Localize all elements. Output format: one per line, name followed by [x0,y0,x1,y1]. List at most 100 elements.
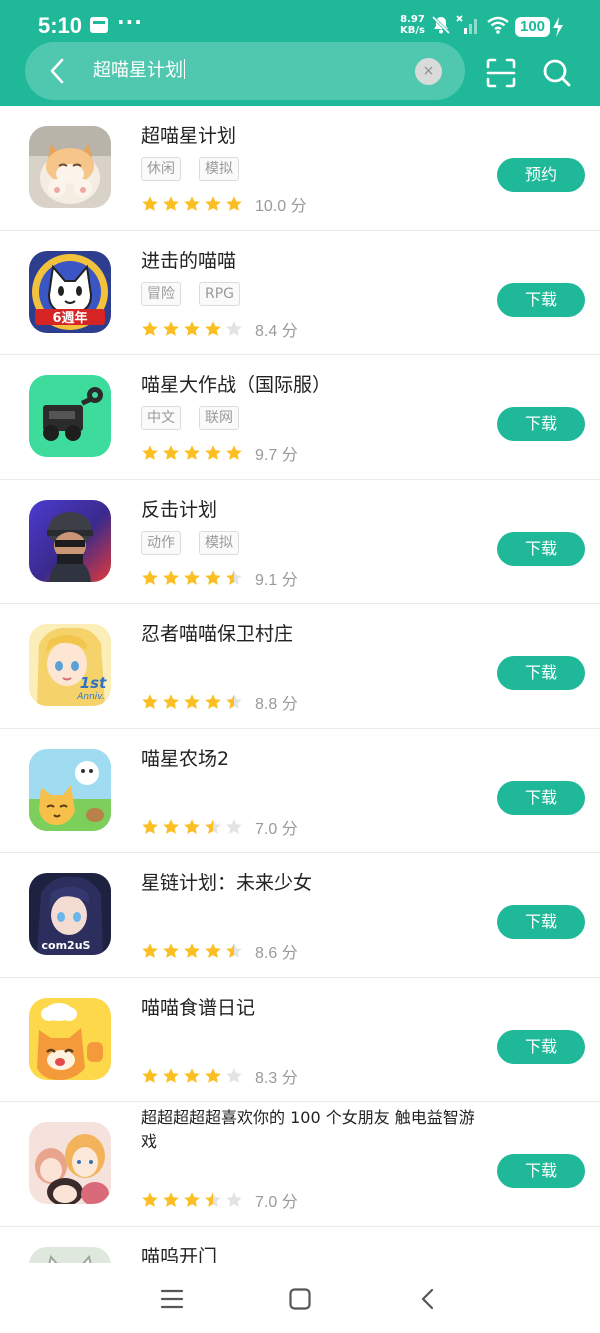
top-bar: 5:10 ··· 8.97 KB/s 100 超喵星计划 × [0,0,600,106]
app-name[interactable]: 喵喵食谱日记 [141,995,481,1021]
star-icon [184,943,200,958]
score-text: 8.3 分 [255,1069,298,1087]
search-query-text: 超喵星计划 [93,60,183,81]
system-navigation-bar [0,1263,600,1333]
app-name[interactable]: 超超超超超喜欢你的 100 个女朋友 触电益智游戏 [141,1106,481,1154]
score-text: 8.8 分 [255,696,298,713]
list-item[interactable]: 喵星大作战（国际服） 中文 联网 9.7 分 下载 [0,355,600,480]
app-name[interactable]: 反击计划 [141,497,481,523]
app-name[interactable]: 喵呜开门 [141,1244,481,1264]
search-bar[interactable] [25,42,465,100]
download-button[interactable]: 下载 [497,282,585,317]
rating: 7.0 分 [141,1188,298,1212]
star-icon [226,569,242,585]
app-name[interactable]: 忍者喵喵保卫村庄 [141,621,481,647]
chevron-left-icon [50,58,64,84]
list-item[interactable]: 1st Anniv. 忍者喵喵保卫村庄 8.8 分 下载 [0,604,600,729]
recent-apps-button[interactable] [154,1281,190,1317]
app-icon[interactable]: com2uS [29,873,111,955]
star-icon [184,694,200,709]
home-button[interactable] [282,1281,318,1317]
star-rating [141,320,243,338]
tank-app-icon [29,375,111,457]
list-item[interactable]: 超喵星计划 休闲 模拟 10.0 分 预约 [0,106,600,231]
rating: 8.8 分 [141,690,298,714]
star-rating [141,444,243,462]
star-icon [184,1067,200,1083]
app-name[interactable]: 喵星农场2 [141,746,481,772]
score-text: 8.4 分 [255,322,298,340]
scan-button[interactable] [484,56,518,90]
search-input[interactable]: 超喵星计划 [93,58,185,84]
star-icon [205,818,221,834]
star-icon [184,320,200,336]
app-icon[interactable] [29,499,111,582]
list-item[interactable]: 喵星农场2 7.0 分 下载 [0,729,600,853]
list-item[interactable]: 喵喵食谱日记 8.3 分 下载 [0,978,600,1102]
app-name[interactable]: 进击的喵喵 [141,248,481,274]
charging-icon [553,17,563,37]
app-name[interactable]: 星链计划：未来少女 [141,870,481,896]
rating: 8.4 分 [141,317,298,341]
status-bar: 5:10 ··· 8.97 KB/s 100 [0,0,600,46]
app-icon[interactable]: 6週年 [29,250,111,333]
app-icon[interactable] [29,997,111,1080]
list-item[interactable]: 6週年 进击的喵喵 冒险 RPG 8.4 分 下载 [0,231,600,355]
soldier-app-icon [29,499,111,582]
app-icon[interactable] [29,1122,111,1204]
tag: 冒险 [141,281,181,306]
clear-search-button[interactable]: × [415,58,442,85]
network-speed: 8.97 KB/s [400,14,425,36]
rating: 7.0 分 [141,815,298,839]
list-item[interactable]: 超超超超超喜欢你的 100 个女朋友 触电益智游戏 7.0 分 下载 [0,1102,600,1227]
star-icon [142,196,158,211]
star-icon [184,569,200,585]
download-button[interactable]: 下载 [497,780,585,815]
battery-indicator: 100 [515,17,550,37]
app-name[interactable]: 超喵星计划 [141,123,481,149]
download-button[interactable]: 下载 [497,656,585,690]
star-icon [226,320,242,336]
download-button[interactable]: 下载 [497,407,585,441]
app-name[interactable]: 喵星大作战（国际服） [141,372,481,398]
download-button[interactable]: 下载 [497,1029,585,1064]
tag: 模拟 [199,530,239,555]
anime-girl-app-icon: com2uS [29,873,111,955]
star-icon [226,943,242,958]
star-icon [163,196,179,211]
network-speed-value: 8.97 [400,14,425,25]
app-icon[interactable] [29,748,111,831]
download-button[interactable]: 下载 [497,905,585,939]
rating: 8.6 分 [141,939,298,963]
download-button[interactable]: 下载 [497,1154,585,1188]
star-icon [205,320,221,336]
list-item[interactable]: 反击计划 动作 模拟 9.1 分 下载 [0,480,600,604]
app-icon[interactable] [29,1246,111,1263]
star-icon [205,196,221,211]
star-icon [163,320,179,336]
anime-group-app-icon [29,1122,111,1204]
score-text: 7.0 分 [255,820,298,838]
home-square-icon [289,1288,311,1310]
star-icon [163,569,179,585]
system-back-button[interactable] [410,1281,446,1317]
download-button[interactable]: 下载 [497,531,585,566]
rating: 9.7 分 [141,441,298,465]
back-button[interactable] [40,54,74,88]
star-rating [141,1067,243,1085]
app-icon[interactable] [29,126,111,208]
star-icon [142,320,158,336]
score-text: 8.6 分 [255,945,298,962]
star-icon [205,445,221,460]
list-item[interactable]: 喵呜开门 [0,1227,600,1264]
star-icon [163,1067,179,1083]
star-icon [184,818,200,834]
search-button[interactable] [540,56,574,90]
reserve-button[interactable]: 预约 [497,158,585,192]
list-item[interactable]: com2uS 星链计划：未来少女 8.6 分 下载 [0,853,600,978]
search-results-list: 超喵星计划 休闲 模拟 10.0 分 预约 6週年 进击的喵喵 冒险 RPG 8… [0,106,600,1263]
app-icon[interactable]: 1st Anniv. [29,624,111,706]
app-icon[interactable] [29,375,111,457]
search-icon [543,59,571,87]
more-notifications-indicator: ··· [117,10,143,34]
